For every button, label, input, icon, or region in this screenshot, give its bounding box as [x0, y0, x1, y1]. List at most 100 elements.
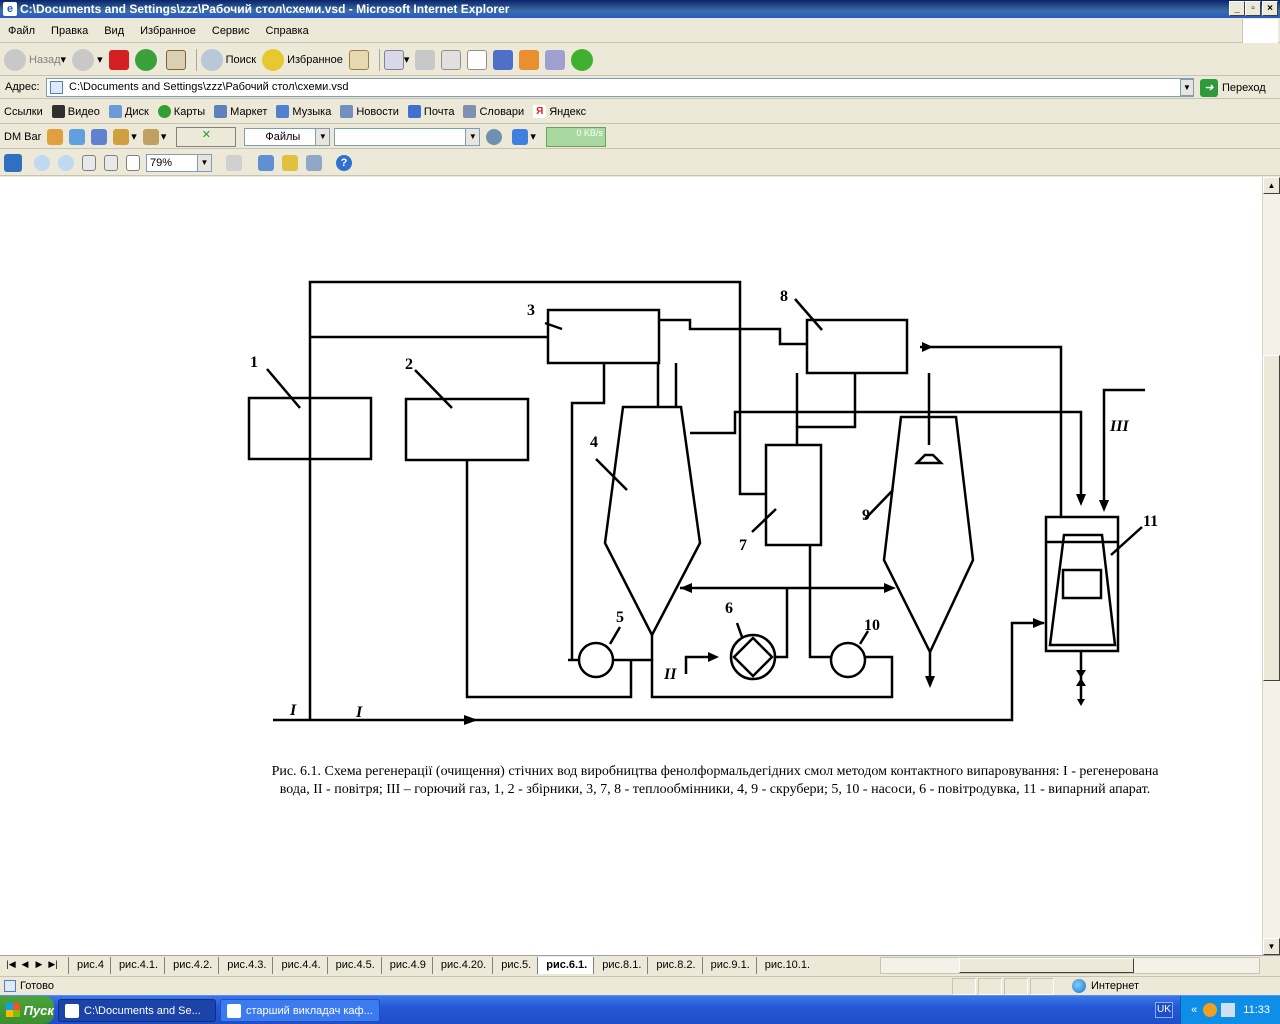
- fit-page-icon[interactable]: [82, 154, 96, 171]
- stop-button[interactable]: [108, 49, 129, 70]
- home-button[interactable]: [165, 49, 186, 70]
- tools-icon[interactable]: [142, 128, 159, 145]
- cursor-tool-button[interactable]: ✕: [176, 126, 237, 147]
- address-dropdown-button[interactable]: ▼: [1180, 79, 1194, 96]
- layers-icon[interactable]: [282, 154, 298, 171]
- pages-icon[interactable]: [306, 154, 322, 171]
- menu-help[interactable]: Справка: [258, 25, 317, 37]
- dropdown-arrow-icon[interactable]: ▾: [131, 130, 137, 143]
- research-button[interactable]: [493, 49, 514, 70]
- tab-ris-8-1[interactable]: рис.8.1.: [593, 957, 647, 974]
- zoom-out-icon[interactable]: [58, 154, 74, 171]
- mail-button[interactable]: ▾: [383, 49, 409, 70]
- zoom-select[interactable]: 79% ▼: [146, 153, 212, 172]
- status-pane: [978, 978, 1002, 995]
- link-music[interactable]: Музыка: [276, 105, 331, 118]
- link-mail[interactable]: Почта: [407, 105, 454, 118]
- horizontal-scrollbar[interactable]: [880, 957, 1260, 974]
- maximize-button[interactable]: ▫: [1245, 1, 1261, 16]
- task-ie[interactable]: C:\Documents and Se...: [58, 999, 216, 1022]
- close-button[interactable]: ×: [1262, 1, 1278, 16]
- menu-file[interactable]: Файл: [0, 25, 43, 37]
- icq-button[interactable]: [571, 48, 596, 71]
- tab-ris-4-9[interactable]: рис.4.9: [380, 957, 432, 974]
- edit-button[interactable]: [441, 49, 462, 70]
- help-icon[interactable]: ?: [336, 154, 352, 171]
- tab-ris-4-1[interactable]: рис.4.1.: [109, 957, 164, 974]
- menu-favorites[interactable]: Избранное: [132, 25, 204, 37]
- favorites-button[interactable]: Избранное: [262, 48, 343, 71]
- start-button[interactable]: Пуск: [0, 996, 54, 1024]
- task-word[interactable]: старший викладач каф...: [220, 999, 380, 1022]
- tab-ris-5[interactable]: рис.5.: [492, 957, 537, 974]
- zoom-in-icon[interactable]: [34, 154, 50, 171]
- back-button[interactable]: Назад ▾: [4, 48, 66, 71]
- address-bar: Адрес: C:\Documents and Settings\zzz\Раб…: [0, 77, 1280, 99]
- link-dictionaries[interactable]: Словари: [463, 105, 524, 118]
- dropdown-arrow-icon[interactable]: ▾: [530, 130, 536, 143]
- network-icon[interactable]: [1221, 1003, 1236, 1017]
- address-input[interactable]: C:\Documents and Settings\zzz\Рабочий ст…: [46, 78, 1194, 97]
- link-maps[interactable]: Карты: [157, 105, 205, 118]
- horizontal-scroll-thumb[interactable]: [959, 958, 1134, 973]
- speed-meter: 0 KB/s: [545, 126, 606, 147]
- fit-width-icon[interactable]: [104, 154, 118, 171]
- forward-button[interactable]: ▾: [72, 48, 103, 71]
- dm-search-input[interactable]: ▼: [334, 127, 481, 146]
- messenger-button[interactable]: [519, 49, 540, 70]
- windows-icon[interactable]: [91, 128, 108, 145]
- link-disk[interactable]: Диск: [108, 105, 149, 118]
- tab-ris-4-20[interactable]: рис.4.20.: [431, 957, 492, 974]
- dropdown-arrow-icon[interactable]: ▾: [161, 130, 167, 143]
- pan-icon[interactable]: [226, 154, 242, 171]
- visio-icon[interactable]: [4, 153, 22, 172]
- tab-ris-4-3[interactable]: рис.4.3.: [218, 957, 272, 974]
- actual-size-icon[interactable]: [126, 154, 140, 171]
- minimize-button[interactable]: _: [1229, 1, 1245, 16]
- go-button[interactable]: ➜ Переход: [1200, 78, 1266, 98]
- menu-tools[interactable]: Сервис: [204, 25, 258, 37]
- download-icon[interactable]: [47, 128, 64, 145]
- add-icon[interactable]: [69, 128, 86, 145]
- status-pane: [952, 978, 976, 995]
- tab-ris-4-5[interactable]: рис.4.5.: [326, 957, 381, 974]
- tray-expand-icon[interactable]: «: [1191, 1004, 1197, 1016]
- language-indicator[interactable]: UK: [1155, 1002, 1173, 1018]
- scroll-up-button[interactable]: ▲: [1263, 177, 1280, 194]
- refresh-button[interactable]: [134, 48, 160, 71]
- menu-view[interactable]: Вид: [96, 25, 132, 37]
- stream-II: II: [663, 666, 677, 683]
- tab-ris-4-4[interactable]: рис.4.4.: [272, 957, 326, 974]
- media-button[interactable]: [545, 49, 566, 70]
- tab-ris-6-1[interactable]: рис.6.1.: [537, 957, 594, 974]
- print-button[interactable]: [415, 49, 436, 70]
- tab-ris-10-1[interactable]: рис.10.1.: [755, 957, 816, 974]
- tab-ris-8-2[interactable]: рис.8.2.: [647, 957, 701, 974]
- link-news[interactable]: Новости: [340, 105, 399, 118]
- dm-bar-label: DM Bar: [4, 130, 42, 143]
- tab-ris-9-1[interactable]: рис.9.1.: [701, 957, 756, 974]
- link-yandex[interactable]: Я Яндекс: [533, 105, 586, 118]
- tab-ris-4[interactable]: рис.4: [68, 957, 110, 974]
- discuss-button[interactable]: [467, 49, 488, 70]
- first-tab-button[interactable]: |◀: [4, 959, 18, 970]
- tray-app-icon[interactable]: [1203, 1003, 1218, 1017]
- properties-icon[interactable]: [258, 154, 274, 171]
- search-icon[interactable]: [486, 128, 503, 145]
- link-video[interactable]: Видео: [51, 105, 100, 118]
- tab-ris-4-2[interactable]: рис.4.2.: [164, 957, 218, 974]
- home-icon[interactable]: [113, 128, 130, 145]
- menu-edit[interactable]: Правка: [43, 25, 96, 37]
- download-arrow-icon[interactable]: [512, 128, 529, 145]
- vertical-scrollbar[interactable]: ▲ ▼: [1262, 177, 1280, 955]
- next-tab-button[interactable]: ▶: [32, 959, 46, 970]
- prev-tab-button[interactable]: ◀: [18, 959, 32, 970]
- link-market[interactable]: Маркет: [214, 105, 267, 118]
- scroll-down-button[interactable]: ▼: [1263, 938, 1280, 955]
- files-select[interactable]: Файлы ▼: [244, 127, 331, 146]
- clock: 11:33: [1243, 1004, 1270, 1016]
- history-button[interactable]: [348, 49, 369, 70]
- vertical-scroll-thumb[interactable]: [1263, 355, 1280, 681]
- last-tab-button[interactable]: ▶|: [46, 959, 60, 970]
- search-button[interactable]: Поиск: [200, 48, 256, 71]
